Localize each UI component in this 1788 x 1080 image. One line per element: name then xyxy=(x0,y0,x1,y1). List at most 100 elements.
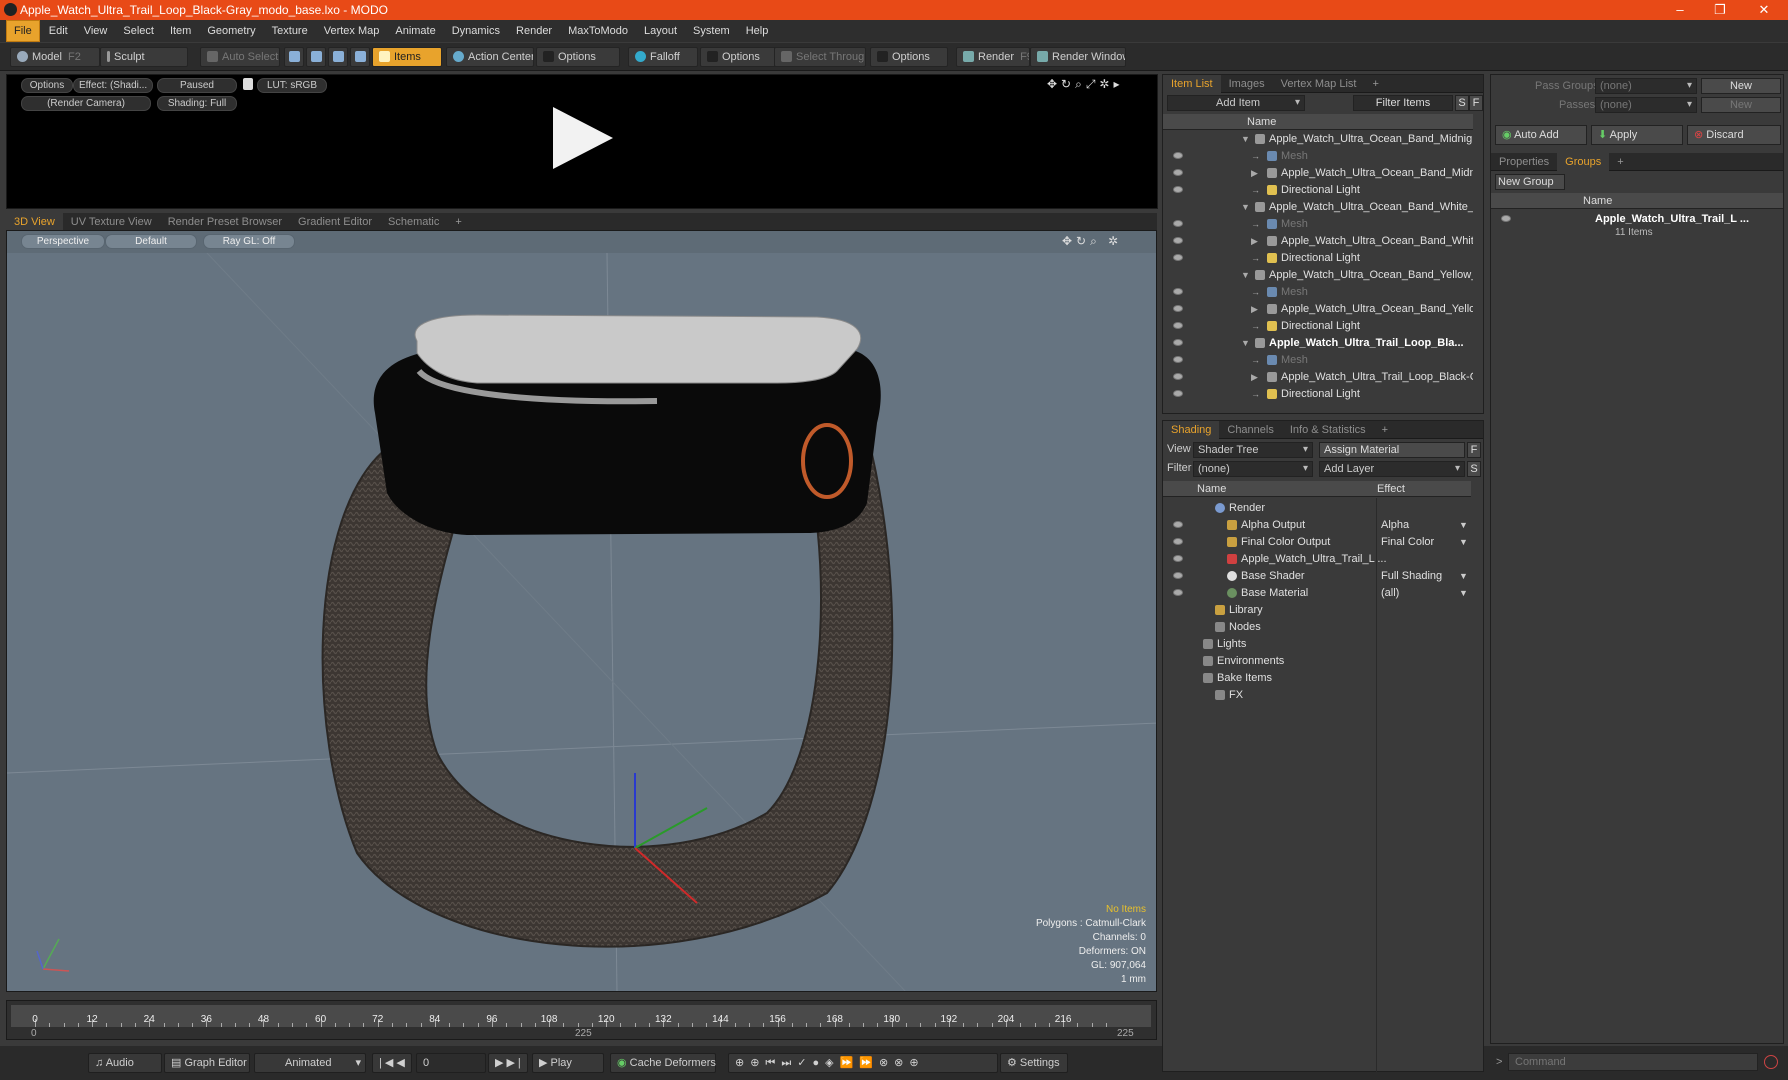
tab-properties[interactable]: Properties xyxy=(1491,153,1557,171)
visibility-eye-icon[interactable] xyxy=(1173,237,1183,244)
falloff-options-button[interactable]: Options xyxy=(700,47,776,67)
add-tab-button[interactable]: + xyxy=(1609,153,1631,171)
action-center-options-button[interactable]: Options xyxy=(536,47,620,67)
menu-select[interactable]: Select xyxy=(116,21,161,41)
visibility-eye-icon[interactable] xyxy=(1173,254,1183,261)
s-toggle[interactable]: S xyxy=(1467,461,1481,477)
item-list-row[interactable]: ▼ Apple_Watch_Ultra_Trail_Loop_Bla... xyxy=(1163,335,1473,352)
preview-options-button[interactable]: Options xyxy=(21,78,73,93)
vertices-mode-button[interactable] xyxy=(284,47,304,67)
new-group-button[interactable]: New Group xyxy=(1495,174,1565,190)
s-toggle[interactable]: S xyxy=(1455,95,1469,111)
collapsed-arrow-icon[interactable]: ▶ xyxy=(1251,165,1258,182)
record-icon[interactable] xyxy=(1764,1055,1778,1069)
paused-toggle[interactable]: Paused xyxy=(157,78,237,93)
preview-nav-icons[interactable]: ✥↻⌕⤢✲▸ xyxy=(1047,77,1124,92)
tab-3d-view[interactable]: 3D View xyxy=(6,212,63,231)
shader-tree-row[interactable]: Nodes xyxy=(1163,619,1471,636)
visibility-eye-icon[interactable] xyxy=(1173,322,1183,329)
auto-select-button[interactable]: Auto Select xyxy=(200,47,280,67)
visibility-eye-icon[interactable] xyxy=(1173,305,1183,312)
visibility-eye-icon[interactable] xyxy=(1173,152,1183,159)
menu-maxtomodo[interactable]: MaxToModo xyxy=(561,21,635,41)
next-key-buttons[interactable]: ▶▶| xyxy=(488,1053,528,1073)
collapsed-arrow-icon[interactable]: ▶ xyxy=(1251,301,1258,318)
close-button[interactable]: ✕ xyxy=(1744,0,1784,20)
item-list-row[interactable]: → Mesh xyxy=(1163,284,1473,301)
effect-dropdown[interactable]: Final Color xyxy=(1381,534,1467,551)
auto-add-button[interactable]: ◉ Auto Add xyxy=(1495,125,1587,145)
visibility-eye-icon[interactable] xyxy=(1173,356,1183,363)
visibility-eye-icon[interactable] xyxy=(1173,288,1183,295)
add-tab-button[interactable]: + xyxy=(447,213,469,231)
effect-dropdown[interactable]: Alpha xyxy=(1381,517,1467,534)
visibility-eye-icon[interactable] xyxy=(1173,186,1183,193)
chevron-down-icon[interactable]: ▼ xyxy=(1459,568,1468,585)
tab-images[interactable]: Images xyxy=(1221,75,1273,93)
shader-tree-row[interactable]: Environments xyxy=(1163,653,1471,670)
tab-info-statistics[interactable]: Info & Statistics xyxy=(1282,421,1374,439)
item-list-row[interactable]: ▼ Apple_Watch_Ultra_Ocean_Band_Yellow_... xyxy=(1163,267,1473,284)
model-mode-button[interactable]: Model F2 xyxy=(10,47,100,67)
item-list-row[interactable]: ▶ Apple_Watch_Ultra_Trail_Loop_Black-G ..… xyxy=(1163,369,1473,386)
falloff-button[interactable]: Falloff xyxy=(628,47,698,67)
item-list-row[interactable]: ▼ Apple_Watch_Ultra_Ocean_Band_Midnigh... xyxy=(1163,131,1473,148)
menu-texture[interactable]: Texture xyxy=(265,21,315,41)
shading-dropdown[interactable]: Shading: Full xyxy=(157,96,237,111)
tab-channels[interactable]: Channels xyxy=(1219,421,1281,439)
materials-mode-button[interactable] xyxy=(350,47,370,67)
visibility-eye-icon[interactable] xyxy=(1173,390,1183,397)
add-item-dropdown[interactable]: Add Item xyxy=(1167,95,1305,111)
shader-tree-row[interactable]: Library xyxy=(1163,602,1471,619)
menu-file[interactable]: File xyxy=(6,20,40,42)
expand-arrow-icon[interactable]: ▼ xyxy=(1241,131,1250,148)
group-row[interactable]: Apple_Watch_Ultra_Trail_L ... 11 Items xyxy=(1491,211,1783,245)
collapsed-arrow-icon[interactable]: ▶ xyxy=(1251,369,1258,386)
discard-button[interactable]: ⊗ Discard xyxy=(1687,125,1781,145)
new-pass-button[interactable]: New xyxy=(1701,97,1781,113)
menu-item[interactable]: Item xyxy=(163,21,198,41)
link-arrow-icon[interactable]: → xyxy=(1251,284,1260,301)
render-preview[interactable]: Options Effect: (Shadi... Paused LUT: sR… xyxy=(6,74,1158,209)
command-input[interactable] xyxy=(1508,1053,1758,1071)
frame-input[interactable]: 0 xyxy=(416,1053,486,1073)
passes-dropdown[interactable]: (none) xyxy=(1595,97,1697,113)
effect-dropdown[interactable]: Full Shading xyxy=(1381,568,1467,585)
filter-items-input[interactable]: Filter Items xyxy=(1353,95,1453,111)
link-arrow-icon[interactable]: → xyxy=(1251,182,1260,199)
f-toggle[interactable]: F xyxy=(1467,442,1481,458)
visibility-eye-icon[interactable] xyxy=(1173,521,1183,528)
visibility-eye-icon[interactable] xyxy=(1173,373,1183,380)
render-button[interactable]: RenderF9 xyxy=(956,47,1030,67)
menu-vertex-map[interactable]: Vertex Map xyxy=(317,21,387,41)
raygl-dropdown[interactable]: Ray GL: Off xyxy=(203,234,295,249)
transport-tools[interactable]: ⊕⊕⏮⏭✓●◈⏩⏩⊗⊗⊕ xyxy=(728,1053,998,1073)
shader-tree-row[interactable]: Apple_Watch_Ultra_Trail_L ... xyxy=(1163,551,1471,568)
visibility-eye-icon[interactable] xyxy=(1173,169,1183,176)
menu-layout[interactable]: Layout xyxy=(637,21,684,41)
link-arrow-icon[interactable]: → xyxy=(1251,216,1260,233)
shader-tree-row[interactable]: Base Material (all) ▼ xyxy=(1163,585,1471,602)
new-pass-group-button[interactable]: New xyxy=(1701,78,1781,94)
effect-dropdown[interactable]: (all) xyxy=(1381,585,1467,602)
tab-render-preset-browser[interactable]: Render Preset Browser xyxy=(160,213,290,231)
filter-dropdown[interactable]: (none) xyxy=(1193,461,1313,477)
tab-shading[interactable]: Shading xyxy=(1163,420,1220,439)
assign-material-button[interactable]: Assign Material xyxy=(1319,442,1465,458)
shader-tree-row[interactable]: Lights xyxy=(1163,636,1471,653)
item-list-row[interactable]: ▼ Apple_Watch_Ultra_Ocean_Band_White_... xyxy=(1163,199,1473,216)
shader-tree-row[interactable]: FX xyxy=(1163,687,1471,704)
lock-icon[interactable] xyxy=(243,78,253,90)
play-icon[interactable] xyxy=(553,107,613,169)
visibility-eye-icon[interactable] xyxy=(1173,589,1183,596)
visibility-eye-icon[interactable] xyxy=(1173,572,1183,579)
item-list-row[interactable]: ▶ Apple_Watch_Ultra_Ocean_Band_Whit... xyxy=(1163,233,1473,250)
menu-dynamics[interactable]: Dynamics xyxy=(445,21,507,41)
add-tab-button[interactable]: + xyxy=(1374,421,1396,439)
expand-arrow-icon[interactable]: ▼ xyxy=(1241,335,1250,352)
tab-schematic[interactable]: Schematic xyxy=(380,213,447,231)
shader-tree-row[interactable]: Base Shader Full Shading ▼ xyxy=(1163,568,1471,585)
chevron-down-icon[interactable]: ▼ xyxy=(1459,534,1468,551)
tab-vertex-map-list[interactable]: Vertex Map List xyxy=(1273,75,1365,93)
add-layer-dropdown[interactable]: Add Layer xyxy=(1319,461,1465,477)
